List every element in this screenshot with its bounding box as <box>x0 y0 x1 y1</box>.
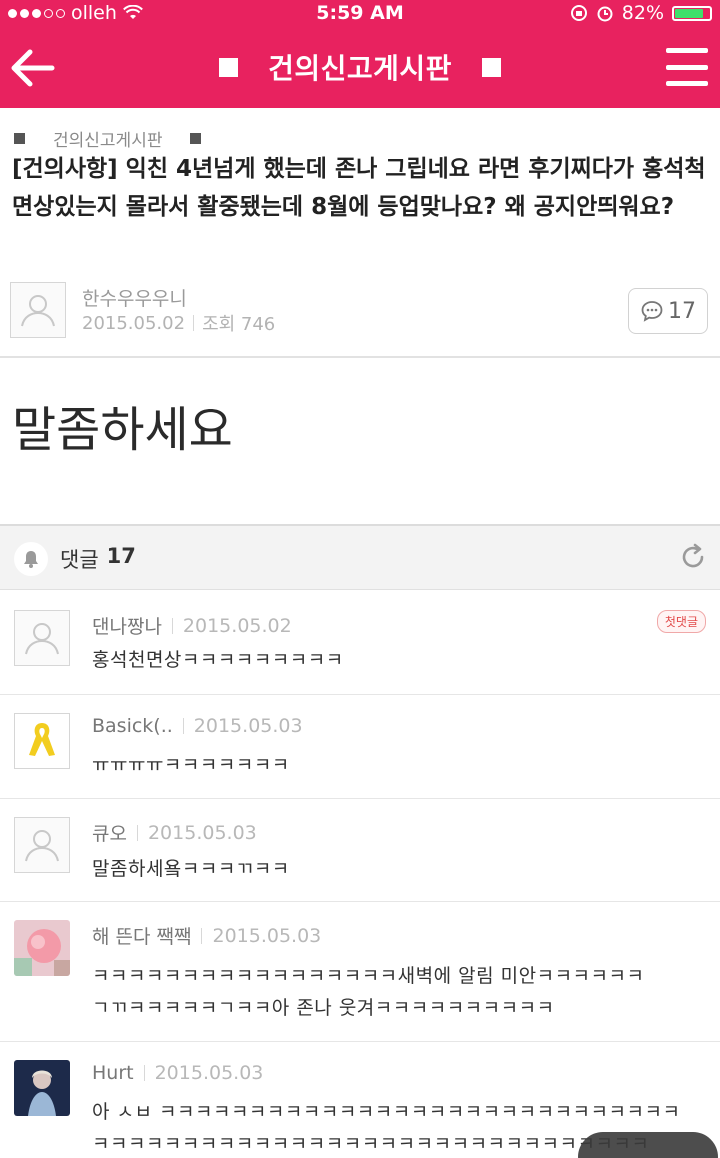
comment-date: 2015.05.03 <box>193 715 303 737</box>
square-bullet-icon <box>219 57 239 77</box>
author-name[interactable]: 한수우우우니 <box>82 284 187 311</box>
lock-rotation-icon <box>570 5 587 21</box>
app-header: 건의신고게시판 <box>0 26 720 108</box>
commenter-avatar-photo[interactable] <box>14 920 70 976</box>
square-bullet-icon <box>190 133 202 144</box>
comment-count: 17 <box>668 298 696 324</box>
page-title: 건의신고게시판 <box>268 52 452 85</box>
comment-text: 홍석천면상ㅋㅋㅋㅋㅋㅋㅋㅋㅋ <box>92 649 344 671</box>
square-bullet-icon <box>14 133 25 144</box>
comment-item: Basick(.. 2015.05.03 ㅠㅠㅠㅠㅋㅋㅋㅋㅋㅋㅋ <box>0 695 720 799</box>
author-row: 한수우우우니 2015.05.02 조회 746 17 <box>10 282 710 340</box>
divider <box>193 315 195 331</box>
commenter-avatar-photo[interactable] <box>14 1060 70 1116</box>
default-avatar-icon <box>25 830 59 862</box>
comment-item: 큐오 2015.05.03 말좀하세욬ㅋㅋㅋㄲㅋㅋ <box>0 799 720 902</box>
comment-date: 2015.05.03 <box>147 821 257 844</box>
comment-text: ㅠㅠㅠㅠㅋㅋㅋㅋㅋㅋㅋ <box>92 754 290 776</box>
divider <box>171 617 173 634</box>
menu-icon <box>666 48 708 53</box>
board-name: 건의신고게시판 <box>53 131 163 151</box>
profile-photo <box>14 920 70 976</box>
comments-label: 댓글 <box>60 548 99 572</box>
comment-meta: 큐오 2015.05.03 <box>92 819 257 846</box>
comment-date: 2015.05.03 <box>154 1062 264 1084</box>
comments-title: 댓글 17 <box>60 544 136 574</box>
square-bullet-icon <box>481 57 501 77</box>
commenter-name[interactable]: 댄나짱나 <box>92 612 162 639</box>
commenter-name[interactable]: Basick(.. <box>92 715 173 737</box>
post-title: [건의사항] 익친 4년넘게 했는데 존나 그립네요 라면 후기찌다가 홍석척 … <box>12 156 706 220</box>
profile-photo <box>14 1060 70 1116</box>
divider <box>182 718 184 734</box>
bell-icon <box>24 551 38 568</box>
refresh-button[interactable] <box>678 542 708 572</box>
divider <box>201 927 203 944</box>
alarm-icon <box>597 6 613 22</box>
commenter-avatar[interactable] <box>14 817 70 873</box>
status-right: 82% <box>570 2 712 24</box>
post-date: 2015.05.02 <box>82 312 186 334</box>
commenter-name[interactable]: 해 뜬다 짹짹 <box>92 922 191 949</box>
comment-text-line: ㄱㄲㅋㅋㅋㅋㅋㄱㅋㅋ아 존나 웃겨ㅋㅋㅋㅋㅋㅋㅋㅋㅋㅋ <box>92 997 555 1019</box>
comment-item: 해 뜬다 짹짹 2015.05.03 ㅋㅋㅋㅋㅋㅋㅋㅋㅋㅋㅋㅋㅋㅋㅋㅋㅋ새벽에 … <box>0 902 720 1042</box>
post-views: 조회 746 <box>202 314 276 335</box>
comment-date: 2015.05.03 <box>212 924 322 947</box>
comments-count: 17 <box>106 544 136 568</box>
floating-button[interactable] <box>578 1132 718 1158</box>
comment-meta: Hurt 2015.05.03 <box>92 1062 263 1084</box>
comment-bubble-icon <box>641 301 663 322</box>
divider <box>136 824 138 841</box>
comment-meta: Basick(.. 2015.05.03 <box>92 715 303 737</box>
post-body: 말좀하세요 <box>12 402 233 458</box>
battery-icon <box>672 5 712 21</box>
default-avatar-icon <box>21 295 55 327</box>
comment-item: 댄나짱나 2015.05.02 첫댓글 홍석천면상ㅋㅋㅋㅋㅋㅋㅋㅋㅋ <box>0 592 720 695</box>
comment-count-button[interactable]: 17 <box>628 288 708 334</box>
comment-meta: 댄나짱나 2015.05.02 <box>92 612 292 639</box>
comment-meta: 해 뜬다 짹짹 2015.05.03 <box>92 922 321 949</box>
author-avatar[interactable] <box>10 282 66 338</box>
commenter-name[interactable]: 큐오 <box>92 819 127 846</box>
menu-button[interactable] <box>666 48 708 86</box>
battery-percent: 82% <box>621 2 664 24</box>
commenter-avatar[interactable] <box>14 713 70 769</box>
first-comment-badge: 첫댓글 <box>656 610 706 633</box>
yellow-ribbon-icon <box>29 723 55 756</box>
notification-toggle[interactable] <box>14 542 48 576</box>
board-breadcrumb[interactable]: 건의신고게시판 <box>14 126 202 151</box>
comment-text-line: 아 ㅅㅂ ㅋㅋㅋㅋㅋㅋㅋㅋㅋㅋㅋㅋㅋㅋㅋㅋㅋㅋㅋㅋㅋㅋㅋㅋㅋㅋㅋㅋㅋ <box>92 1101 681 1123</box>
commenter-avatar[interactable] <box>14 610 70 666</box>
post-meta: 2015.05.02 조회 746 <box>82 310 275 336</box>
refresh-icon <box>682 543 704 568</box>
status-bar: olleh 5:59 AM 82% <box>0 0 720 26</box>
post-header: 건의신고게시판 [건의사항] 익친 4년넘게 했는데 존나 그립네요 라면 후기… <box>0 108 720 358</box>
comment-text: 말좀하세욬ㅋㅋㅋㄲㅋㅋ <box>92 858 290 880</box>
header-title-group: 건의신고게시판 <box>0 26 720 108</box>
comment-text-line: ㅋㅋㅋㅋㅋㅋㅋㅋㅋㅋㅋㅋㅋㅋㅋㅋㅋ새벽에 알림 미안ㅋㅋㅋㅋㅋㅋ <box>92 965 645 987</box>
divider <box>143 1065 145 1081</box>
commenter-name[interactable]: Hurt <box>92 1062 134 1084</box>
battery-level <box>675 8 703 18</box>
default-avatar-icon <box>25 623 59 655</box>
comments-header: 댓글 17 <box>0 524 720 590</box>
comment-date: 2015.05.02 <box>182 614 292 637</box>
